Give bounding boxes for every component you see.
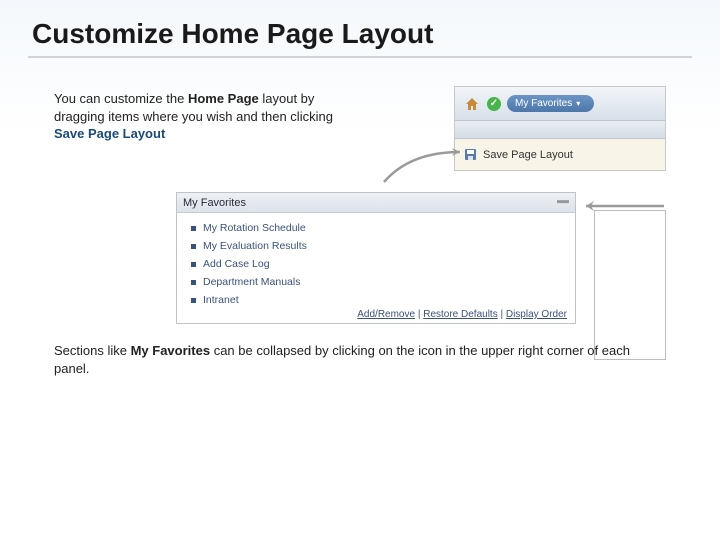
toolbar-mid-strip: [455, 121, 665, 139]
chevron-down-icon: ▾: [576, 99, 580, 108]
intro-paragraph: You can customize the Home Page layout b…: [54, 90, 364, 143]
title-underline: [28, 56, 692, 58]
list-item[interactable]: My Rotation Schedule: [191, 219, 565, 237]
favorites-list: My Rotation Schedule My Evaluation Resul…: [177, 213, 575, 311]
arrow-to-save-icon: [380, 148, 464, 186]
list-item[interactable]: Department Manuals: [191, 273, 565, 291]
list-item[interactable]: Add Case Log: [191, 255, 565, 273]
check-circle-icon: ✓: [487, 97, 501, 111]
favorites-panel-header: My Favorites: [177, 193, 575, 213]
intro-pre: You can customize the: [54, 91, 188, 106]
list-item[interactable]: Intranet: [191, 291, 565, 309]
placeholder-rectangle: [594, 210, 666, 360]
favorites-panel-title: My Favorites: [183, 197, 246, 209]
intro-home-page-bold: Home Page: [188, 91, 259, 106]
footer-link-display-order[interactable]: Display Order: [506, 309, 567, 320]
bottom-paragraph: Sections like My Favorites can be collap…: [54, 342, 654, 377]
toolbar-top-strip: ✓ My Favorites ▾: [455, 87, 665, 121]
bottom-pre: Sections like: [54, 343, 131, 358]
favorites-panel-screenshot: My Favorites My Rotation Schedule My Eva…: [176, 192, 576, 324]
intro-save-page-layout-bold: Save Page Layout: [54, 126, 165, 141]
home-icon: [463, 95, 481, 113]
footer-link-restore-defaults[interactable]: Restore Defaults: [423, 309, 497, 320]
toolbar-screenshot: ✓ My Favorites ▾ Save Page Layout: [454, 86, 666, 171]
my-favorites-pill-label: My Favorites: [515, 98, 572, 109]
my-favorites-pill[interactable]: My Favorites ▾: [507, 95, 594, 112]
page-title: Customize Home Page Layout: [0, 0, 720, 56]
list-item[interactable]: My Evaluation Results: [191, 237, 565, 255]
bottom-my-favorites-bold: My Favorites: [131, 343, 210, 358]
toolbar-bottom-strip: Save Page Layout: [455, 139, 665, 170]
favorites-panel-footer: Add/Remove | Restore Defaults | Display …: [357, 309, 567, 320]
save-page-layout-label[interactable]: Save Page Layout: [483, 149, 573, 161]
collapse-icon[interactable]: [557, 197, 569, 209]
floppy-disk-icon: [463, 148, 477, 162]
footer-link-add-remove[interactable]: Add/Remove: [357, 309, 415, 320]
